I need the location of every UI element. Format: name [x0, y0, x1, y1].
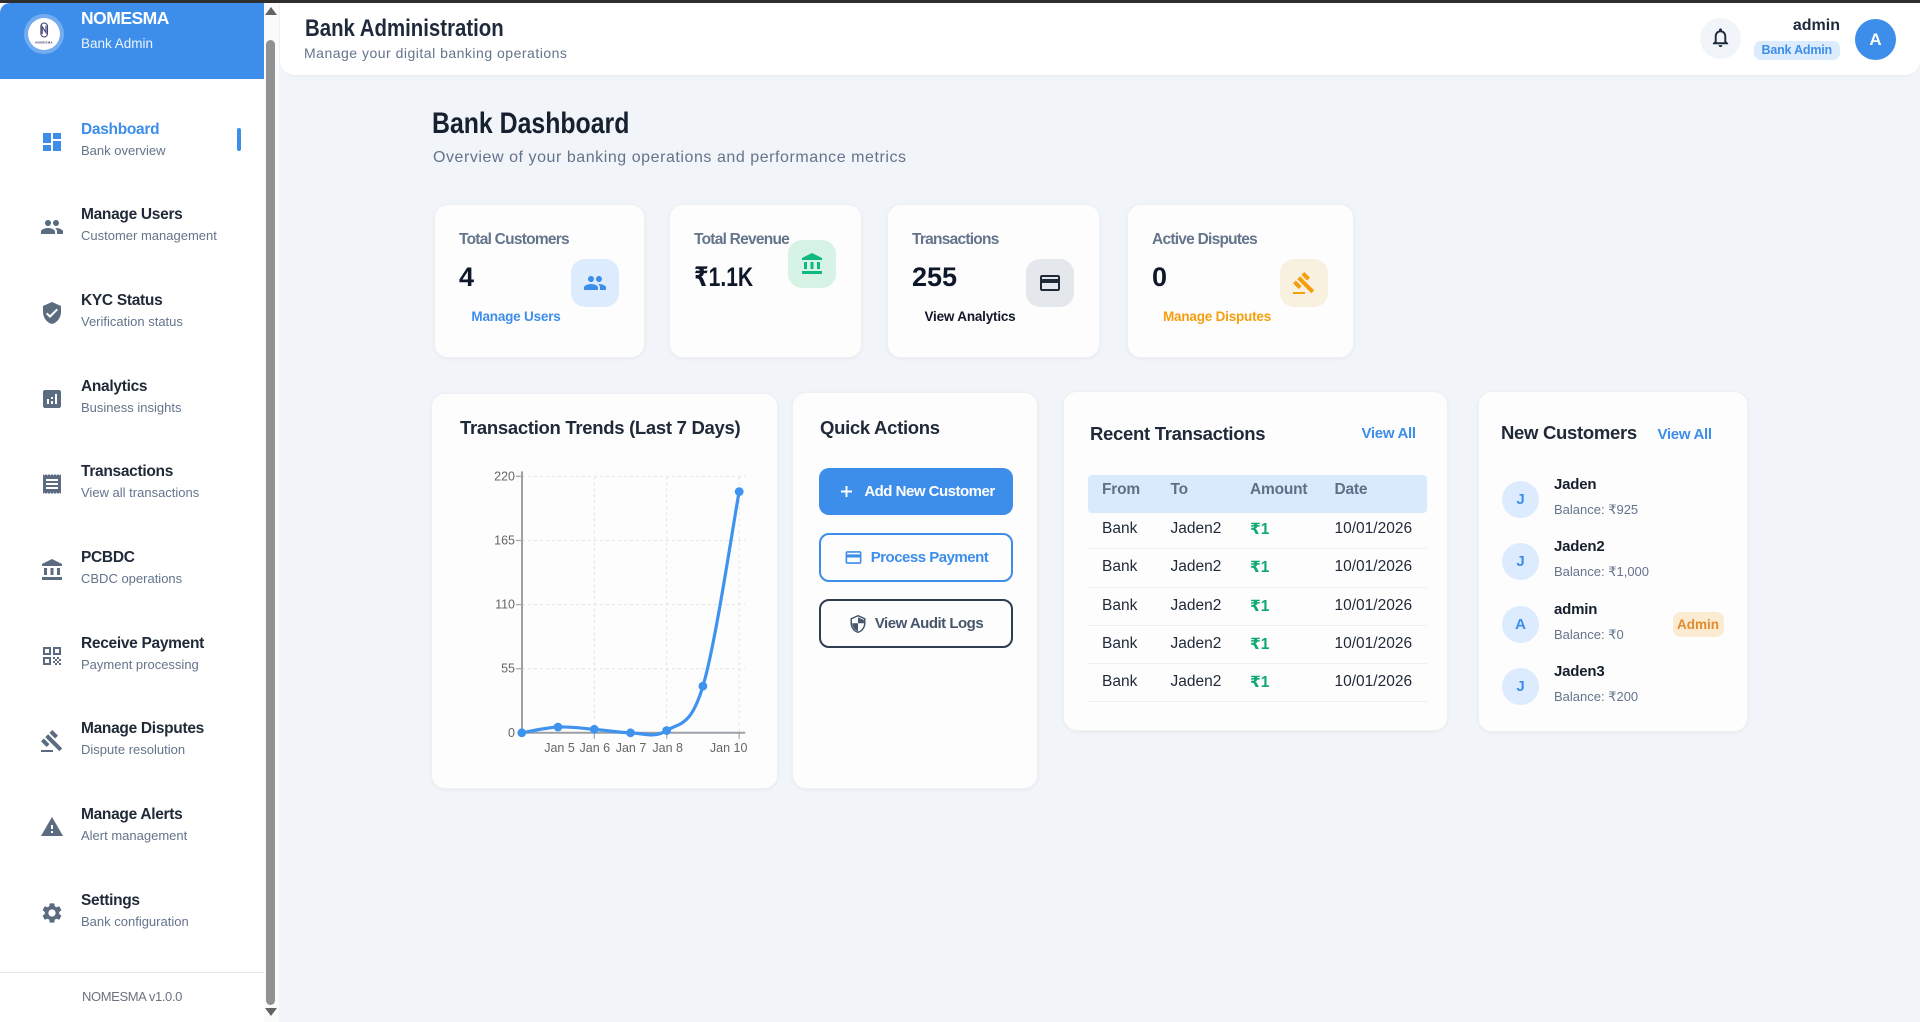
svg-text:NOMESMA: NOMESMA [35, 41, 53, 45]
svg-text:Jan 8: Jan 8 [652, 741, 683, 755]
svg-text:Jan 6: Jan 6 [580, 741, 611, 755]
svg-text:110: 110 [495, 598, 515, 612]
svg-text:Jan 5: Jan 5 [544, 741, 575, 755]
svg-text:Jan 10: Jan 10 [710, 741, 748, 755]
svg-text:55: 55 [501, 662, 515, 676]
svg-text:Jan 7: Jan 7 [616, 741, 647, 755]
svg-text:220: 220 [494, 469, 515, 483]
svg-text:0: 0 [508, 726, 515, 740]
svg-text:165: 165 [494, 534, 515, 548]
